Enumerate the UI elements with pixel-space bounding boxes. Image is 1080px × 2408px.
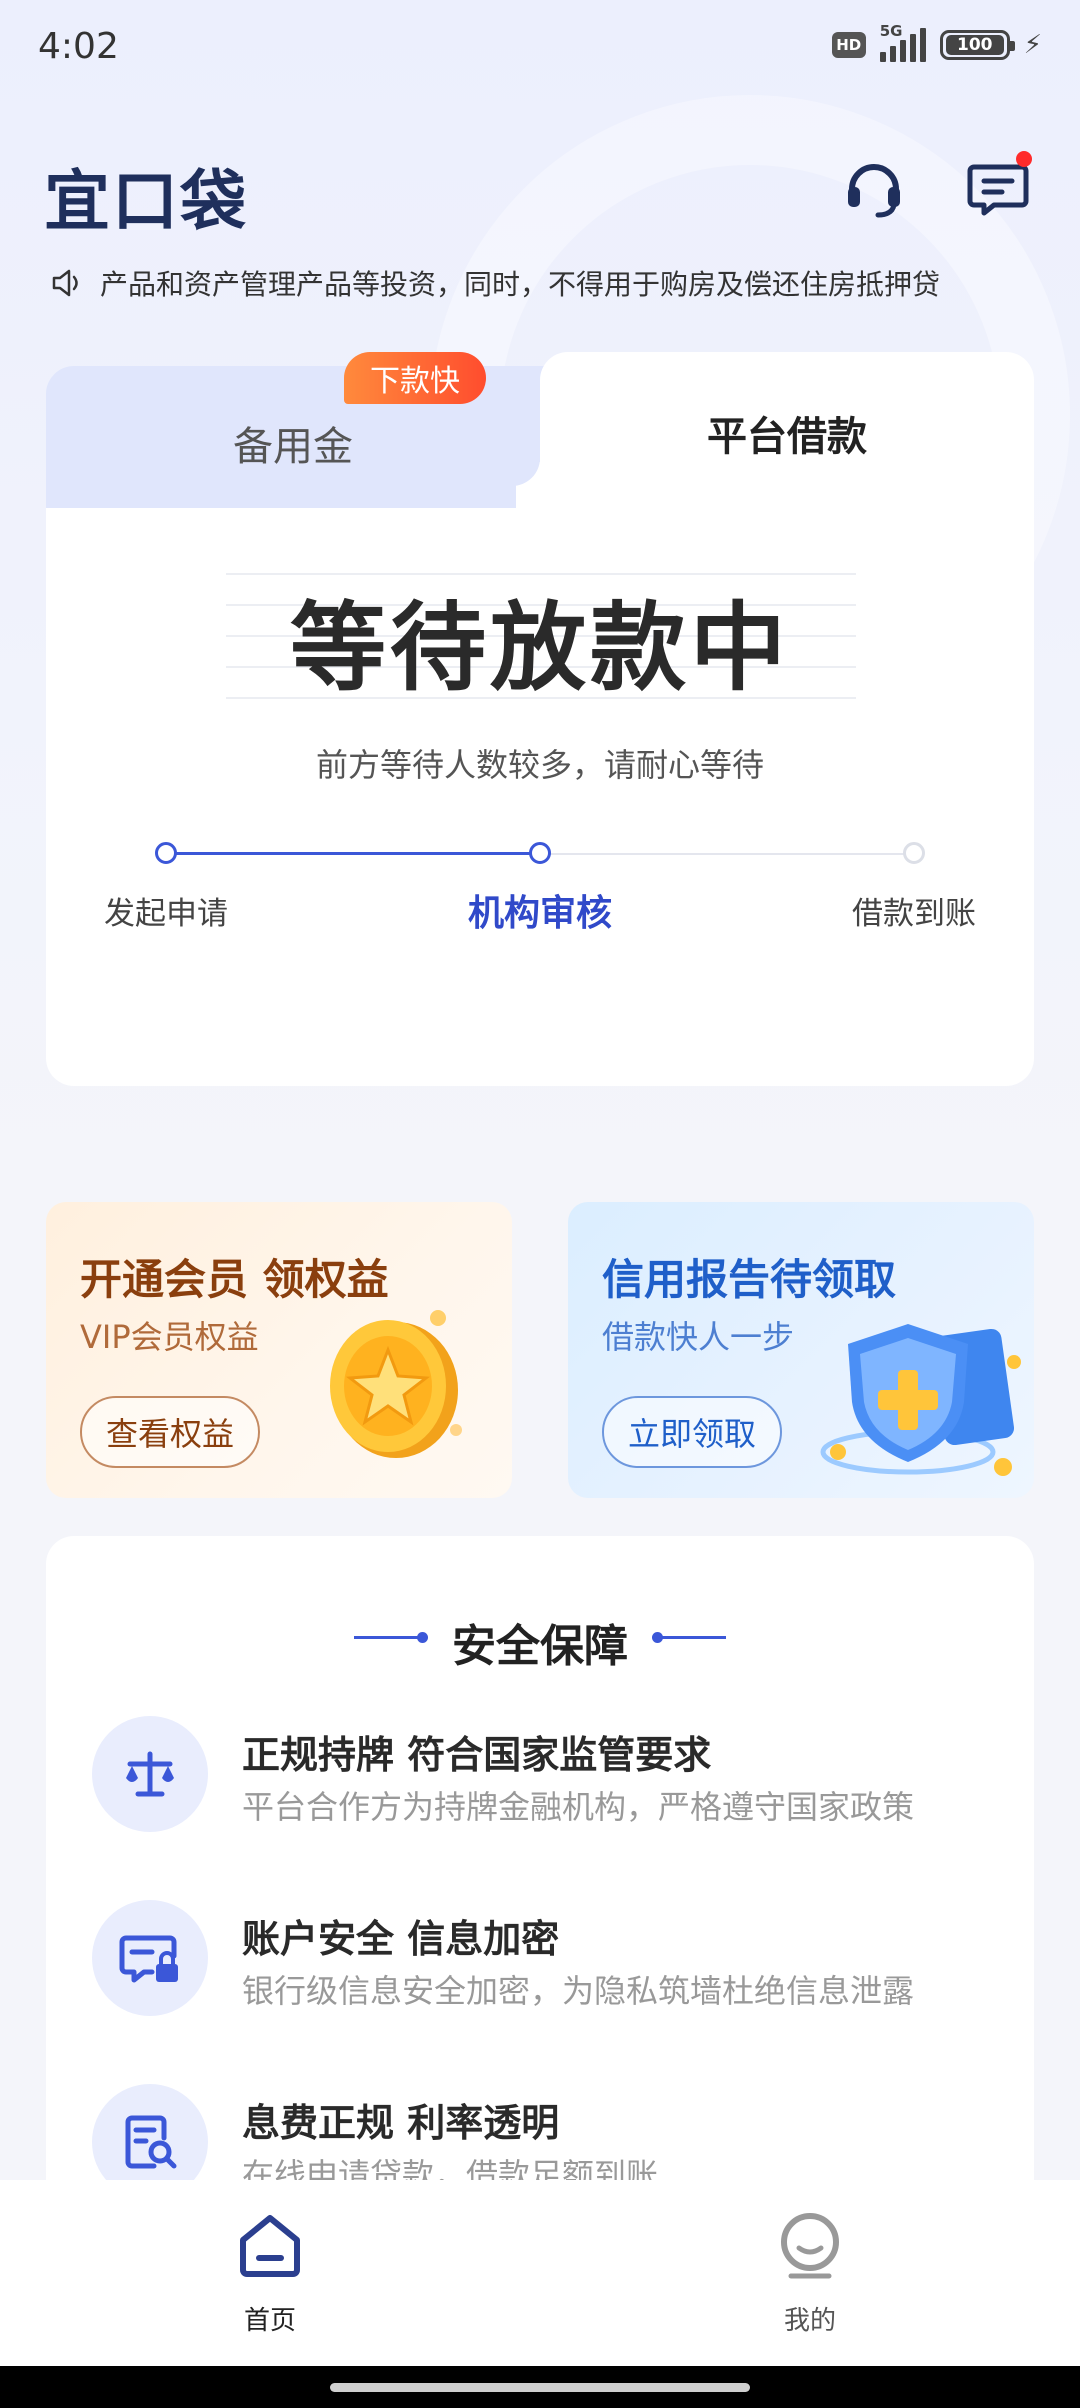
safety-item-license: 正规持牌 符合国家监管要求 平台合作方为持牌金融机构，严格遵守国家政策 xyxy=(92,1716,992,1836)
safety-title: 安全保障 xyxy=(452,1621,628,1672)
system-gesture-bar xyxy=(0,2366,1080,2408)
home-icon xyxy=(240,2215,300,2277)
battery-level: 100 xyxy=(945,35,1004,55)
loan-status-panel: 等待放款中 前方等待人数较多，请耐心等待 发起申请 机构审核 借款到账 xyxy=(46,508,1034,1086)
secure-message-icon xyxy=(92,1900,208,2016)
title-decoration-right xyxy=(652,1632,726,1643)
tab-platform-loan-label[interactable]: 平台借款 xyxy=(540,404,1034,462)
nav-mine-label: 我的 xyxy=(783,2306,836,2336)
step-dot-apply xyxy=(155,842,177,864)
progress-line-done xyxy=(166,852,540,855)
nav-home-label: 首页 xyxy=(243,2306,296,2336)
safety-item-desc: 平台合作方为持牌金融机构，严格遵守国家政策 xyxy=(242,1788,915,1826)
shield-icon xyxy=(820,1324,1021,1476)
nav-home[interactable]: 首页 xyxy=(170,2210,370,2337)
status-bar: 4:02 HD 5G 100 ⚡ xyxy=(0,0,1080,100)
charging-icon: ⚡ xyxy=(1023,30,1042,60)
status-icons: HD 5G 100 ⚡ xyxy=(831,22,1042,62)
signal-icon: 5G xyxy=(879,22,926,62)
bottom-navigation: 首页 我的 xyxy=(0,2180,1080,2366)
app-logo: 宜口袋 xyxy=(44,163,248,240)
loan-card: 备用金 平台借款 下款快 等待放款中 前方等待人数较多，请耐心等待 发起申请 机… xyxy=(46,352,1034,1086)
progress-line-todo xyxy=(540,853,914,855)
safety-item-desc: 银行级信息安全加密，为隐私筑墙杜绝信息泄露 xyxy=(242,1972,915,2010)
speaker-icon xyxy=(52,269,78,297)
profile-icon xyxy=(781,2213,839,2279)
notice-text: 产品和资产管理产品等投资，同时，不得用于购房及偿还住房抵押贷 xyxy=(100,268,941,301)
safety-item-account: 账户安全 信息加密 银行级信息安全加密，为隐私筑墙杜绝信息泄露 xyxy=(92,1900,992,2020)
view-benefits-button[interactable]: 查看权益 xyxy=(80,1396,261,1468)
progress-steps: 发起申请 机构审核 借款到账 xyxy=(46,838,1034,938)
unread-dot xyxy=(1016,151,1032,167)
safety-item-title: 正规持牌 符合国家监管要求 xyxy=(242,1733,712,1777)
claim-now-button[interactable]: 立即领取 xyxy=(602,1396,783,1468)
battery-icon: 100 xyxy=(939,30,1015,60)
credit-report-card[interactable]: 信用报告待领取 借款快人一步 立即领取 xyxy=(568,1202,1034,1498)
safety-item-title: 息费正规 利率透明 xyxy=(242,2101,560,2145)
gold-coin-icon xyxy=(330,1310,462,1458)
vip-promo-subtitle: VIP会员权益 xyxy=(80,1318,259,1356)
message-icon[interactable] xyxy=(966,151,1032,219)
step-label-apply: 发起申请 xyxy=(104,896,228,932)
home-indicator[interactable] xyxy=(330,2383,750,2392)
customer-service-icon[interactable] xyxy=(842,155,906,219)
credit-promo-subtitle: 借款快人一步 xyxy=(602,1318,795,1356)
step-dot-arrival xyxy=(903,842,925,864)
vip-promo-card[interactable]: 开通会员 领权益 VIP会员权益 查看权益 xyxy=(46,1202,512,1498)
hd-icon: HD xyxy=(831,32,866,58)
safety-item-title: 账户安全 信息加密 xyxy=(242,1917,560,1961)
nav-mine[interactable]: 我的 xyxy=(710,2210,910,2337)
network-label: 5G xyxy=(879,22,903,40)
notice-bar[interactable]: 产品和资产管理产品等投资，同时，不得用于购房及偿还住房抵押贷 xyxy=(50,262,1080,304)
step-label-review: 机构审核 xyxy=(467,893,612,934)
quick-loan-badge: 下款快 xyxy=(344,352,486,404)
tab-reserve-fund-label[interactable]: 备用金 xyxy=(46,414,540,472)
status-time: 4:02 xyxy=(38,26,119,67)
loan-status-subtitle: 前方等待人数较多，请耐心等待 xyxy=(315,746,764,784)
scale-icon xyxy=(92,1716,208,1832)
step-dot-review xyxy=(529,842,551,864)
loan-status-title: 等待放款中 xyxy=(290,592,790,704)
step-label-arrival: 借款到账 xyxy=(852,896,976,932)
credit-promo-title: 信用报告待领取 xyxy=(602,1255,897,1304)
